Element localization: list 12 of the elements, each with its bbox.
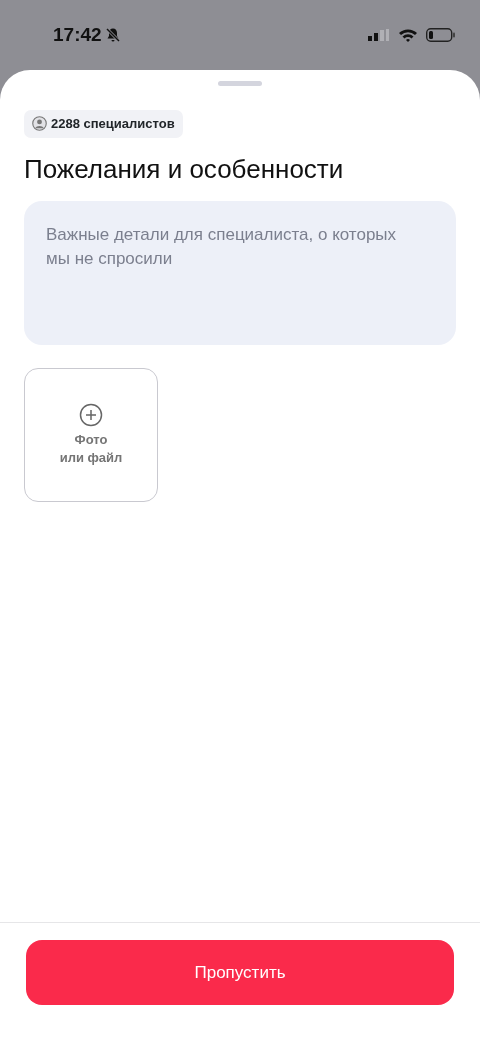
page-title: Пожелания и особенности — [24, 153, 345, 185]
signal-icon — [368, 29, 390, 41]
wifi-icon — [398, 28, 418, 42]
specialists-count: 2288 специалистов — [24, 110, 183, 138]
notes-field[interactable]: Важные детали для специалиста, о которых мы не спросили — [24, 200, 456, 345]
person-icon — [32, 116, 47, 132]
plus-icon — [79, 403, 103, 428]
status-time: 17:42 — [53, 22, 102, 47]
drag-handle[interactable] — [218, 81, 262, 86]
battery-icon — [426, 28, 456, 42]
attach-file-button[interactable]: Фото или файл — [24, 367, 158, 502]
skip-button[interactable]: Пропустить — [26, 940, 454, 1005]
